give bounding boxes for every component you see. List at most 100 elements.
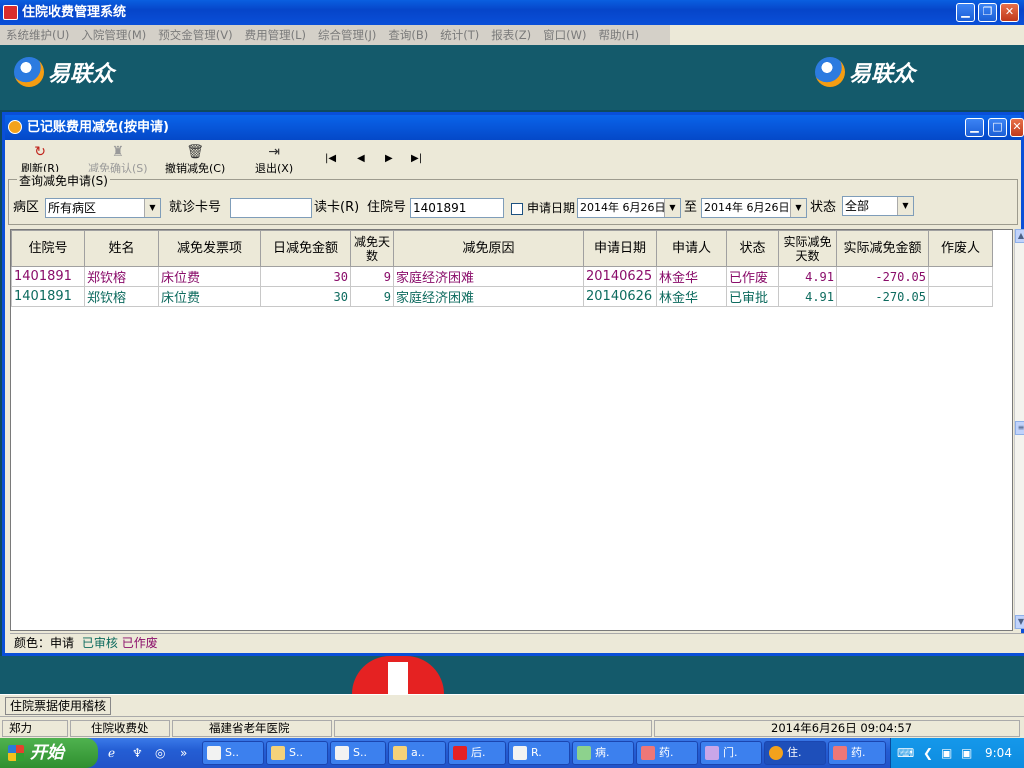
network-icon[interactable]: ▣	[961, 738, 972, 768]
cell: 林金华	[656, 286, 727, 307]
first-record-icon[interactable]: |◀	[325, 153, 336, 164]
cell: -270.05	[836, 286, 929, 307]
fee-reduction-window: 已记账费用减免(按申请) ▁ □ ✕ ↻ 刷新(R) ♜ 减免确认(S) 🗑 撤…	[2, 112, 1024, 656]
col-header[interactable]: 状态	[726, 230, 779, 267]
menu-system[interactable]: 系统维护(U)	[0, 25, 75, 45]
window-close-button[interactable]: ✕	[1010, 118, 1024, 137]
col-header[interactable]: 日减免金额	[260, 230, 351, 267]
ward-select[interactable]: 所有病区 ▼	[45, 198, 161, 218]
task-button[interactable]: R.	[508, 741, 570, 765]
task-button-active[interactable]: 住.	[764, 741, 826, 765]
task-button[interactable]: S..	[330, 741, 386, 765]
quicklaunch-icon[interactable]: ◎	[155, 746, 165, 760]
brand-logo-right: 易联众	[815, 55, 915, 89]
menu-general[interactable]: 综合管理(J)	[312, 25, 382, 45]
app-icon	[769, 746, 783, 760]
trash-icon: 🗑	[186, 144, 205, 160]
scroll-thumb[interactable]: ≡	[1015, 421, 1024, 435]
inpatient-label: 住院号	[367, 200, 407, 215]
menu-stats[interactable]: 统计(T)	[434, 25, 485, 45]
date-to-picker[interactable]: 2014年 6月26日 ▼	[701, 198, 807, 218]
col-header[interactable]: 实际减免天数	[778, 230, 837, 267]
chevron-right-icon[interactable]: »	[180, 746, 187, 760]
app-icon	[577, 746, 591, 760]
start-button[interactable]: 开始	[0, 738, 98, 768]
task-button[interactable]: 药.	[828, 741, 886, 765]
grid-header: 住院号 姓名 减免发票项 日减免金额 减免天数 减免原因 申请日期 申请人 状态…	[11, 230, 993, 267]
stamp-icon: ♜	[111, 144, 125, 160]
folder-icon	[271, 746, 285, 760]
reduction-grid: 住院号 姓名 减免发票项 日减免金额 减免天数 减免原因 申请日期 申请人 状态…	[10, 229, 1013, 631]
task-button[interactable]: S..	[266, 741, 328, 765]
task-button[interactable]: 病.	[572, 741, 634, 765]
minimize-button[interactable]: ▁	[956, 3, 975, 22]
col-header[interactable]: 姓名	[84, 230, 159, 267]
menu-admission[interactable]: 入院管理(M)	[75, 25, 152, 45]
restore-button[interactable]: ❐	[978, 3, 997, 22]
read-card-button[interactable]: 读卡(R)	[314, 198, 359, 218]
menu-deposit[interactable]: 预交金管理(V)	[152, 25, 238, 45]
desktop-background	[0, 656, 1024, 694]
menu-query[interactable]: 查询(B)	[382, 25, 434, 45]
clock[interactable]: 9:04	[985, 738, 1012, 768]
window-minimize-button[interactable]: ▁	[965, 118, 984, 137]
keyboard-icon[interactable]: ⌨	[897, 738, 914, 768]
cancel-reduction-button[interactable]: 🗑 撤销减免(C)	[165, 144, 225, 176]
card-number-input[interactable]	[230, 198, 312, 218]
close-button[interactable]: ✕	[1000, 3, 1019, 22]
table-row[interactable]: 1401891 郑钦榕 床位费 30 9 家庭经济困难 20140625 林金华…	[11, 266, 993, 287]
desktop-banner: 易联众 易联众	[0, 45, 1024, 110]
apply-date-label: 申请日期	[527, 201, 576, 215]
logo-globe-icon	[815, 57, 845, 87]
status-select[interactable]: 全部 ▼	[842, 196, 914, 216]
exit-button[interactable]: ⇥ 退出(X)	[255, 144, 293, 176]
task-button[interactable]: S..	[202, 741, 264, 765]
app-title: 住院收费管理系统	[22, 5, 127, 20]
col-header[interactable]: 实际减免金额	[836, 230, 929, 267]
toolbar: ↻ 刷新(R) ♜ 减免确认(S) 🗑 撤销减免(C) ⇥ 退出(X) |◀ ◀…	[5, 140, 1021, 178]
col-header[interactable]: 减免原因	[393, 230, 584, 267]
col-header[interactable]: 申请日期	[583, 230, 657, 267]
task-button[interactable]: a..	[388, 741, 446, 765]
scroll-up-icon[interactable]: ▲	[1015, 229, 1024, 243]
vertical-scrollbar[interactable]: ▲ ≡ ▼	[1014, 229, 1024, 629]
task-button[interactable]: 药.	[636, 741, 698, 765]
cell: 9	[350, 266, 394, 287]
table-row[interactable]: 1401891 郑钦榕 床位费 30 9 家庭经济困难 20140626 林金华…	[11, 286, 993, 307]
col-header[interactable]: 减免发票项	[158, 230, 261, 267]
legend-label: 颜色：申请	[14, 636, 75, 650]
window-icon	[8, 120, 22, 134]
menu-help[interactable]: 帮助(H)	[592, 25, 645, 45]
scroll-down-icon[interactable]: ▼	[1015, 615, 1024, 629]
task-button[interactable]: 门.	[700, 741, 762, 765]
last-record-icon[interactable]: ▶|	[411, 153, 422, 164]
apply-date-checkbox[interactable]	[511, 203, 523, 215]
col-header[interactable]: 作废人	[928, 230, 993, 267]
menu-fees[interactable]: 费用管理(L)	[239, 25, 312, 45]
menu-bar: 系统维护(U) 入院管理(M) 预交金管理(V) 费用管理(L) 综合管理(J)…	[0, 25, 1024, 45]
inpatient-number-input[interactable]: 1401891	[410, 198, 504, 218]
quicklaunch-icon[interactable]: ♆	[132, 746, 143, 760]
ie-icon[interactable]: ℯ	[108, 746, 115, 760]
card-label: 就诊卡号	[169, 200, 222, 215]
next-record-icon[interactable]: ▶	[385, 153, 393, 164]
logo-globe-icon	[14, 57, 44, 87]
col-header[interactable]: 住院号	[11, 230, 85, 267]
window-maximize-button[interactable]: □	[988, 118, 1007, 137]
tray-expand-icon[interactable]: ❮	[923, 738, 933, 768]
col-header[interactable]: 申请人	[656, 230, 727, 267]
brand-logo: 易联众	[14, 55, 114, 89]
menu-reports[interactable]: 报表(Z)	[485, 25, 537, 45]
prev-record-icon[interactable]: ◀	[357, 153, 365, 164]
status-user: 郑力	[2, 720, 68, 737]
window-tab[interactable]: 住院票据使用稽核	[5, 697, 112, 715]
menu-window[interactable]: 窗口(W)	[537, 25, 592, 45]
network-icon[interactable]: ▣	[941, 738, 952, 768]
chevron-down-icon: ▼	[664, 199, 680, 217]
col-header[interactable]: 减免天数	[350, 230, 394, 267]
app-icon	[3, 5, 18, 20]
cell: 4.91	[778, 286, 837, 307]
taskbar: 开始 ℯ ♆ ◎ » S.. S.. S.. a.. 后. R. 病. 药. 门…	[0, 738, 1024, 768]
date-from-picker[interactable]: 2014年 6月26日 ▼	[577, 198, 681, 218]
task-button[interactable]: 后.	[448, 741, 506, 765]
